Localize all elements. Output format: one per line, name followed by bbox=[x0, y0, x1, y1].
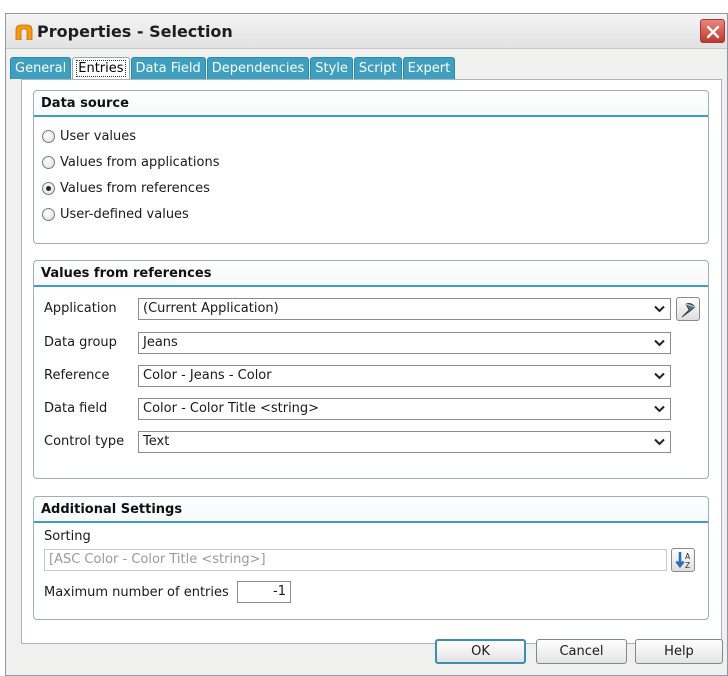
radio-label: Values from references bbox=[60, 180, 210, 196]
data-source-title: Data source bbox=[41, 96, 129, 111]
data-field-label: Data field bbox=[44, 401, 108, 416]
radio-button-checked[interactable] bbox=[42, 181, 55, 195]
application-label: Application bbox=[44, 301, 117, 316]
tab-script[interactable]: Script bbox=[353, 57, 402, 79]
max-entries-input[interactable]: -1 bbox=[237, 581, 291, 603]
wrench-icon bbox=[681, 303, 696, 318]
radio-button[interactable] bbox=[42, 129, 55, 143]
sort-button[interactable]: A Z bbox=[671, 548, 695, 572]
additional-settings-group: Additional Settings Sorting [ASC Color -… bbox=[33, 496, 709, 620]
chevron-down-icon bbox=[654, 438, 665, 446]
radio-label: Values from applications bbox=[60, 154, 220, 170]
reference-dropdown[interactable]: Color - Jeans - Color bbox=[138, 365, 671, 387]
sorting-label: Sorting bbox=[44, 529, 91, 544]
references-group: Values from references Application (Curr… bbox=[33, 260, 709, 479]
data-group-dropdown[interactable]: Jeans bbox=[138, 332, 671, 354]
control-type-label: Control type bbox=[44, 434, 125, 449]
close-button[interactable] bbox=[700, 19, 725, 43]
application-picker-button[interactable] bbox=[676, 297, 700, 321]
tab-expert[interactable]: Expert bbox=[402, 57, 456, 79]
properties-dialog: Properties - Selection General Entries D… bbox=[5, 13, 728, 676]
data-source-header: Data source bbox=[34, 91, 708, 117]
additional-settings-title: Additional Settings bbox=[41, 502, 183, 517]
chevron-down-icon bbox=[654, 339, 665, 347]
data-field-value: Color - Color Title <string> bbox=[143, 401, 320, 416]
tab-strip: General Entries Data Field Dependencies … bbox=[10, 57, 456, 79]
data-group-label: Data group bbox=[44, 335, 117, 350]
radio-user-values[interactable]: User values bbox=[42, 127, 136, 145]
tab-entries[interactable]: Entries bbox=[72, 57, 130, 79]
title-bar: Properties - Selection bbox=[6, 14, 727, 49]
control-type-value: Text bbox=[143, 434, 170, 449]
max-entries-label: Maximum number of entries bbox=[44, 585, 229, 600]
control-type-dropdown[interactable]: Text bbox=[138, 431, 671, 453]
tab-content-entries: Data source User values Values from appl… bbox=[21, 79, 722, 644]
radio-button[interactable] bbox=[42, 207, 55, 221]
svg-text:A: A bbox=[685, 552, 691, 561]
radio-label: User-defined values bbox=[60, 206, 189, 222]
svg-text:Z: Z bbox=[685, 561, 690, 570]
tab-data-field[interactable]: Data Field bbox=[130, 57, 206, 79]
sorting-field: [ASC Color - Color Title <string>] bbox=[44, 549, 667, 571]
sorting-value: [ASC Color - Color Title <string>] bbox=[49, 552, 266, 567]
help-button[interactable]: Help bbox=[635, 639, 723, 664]
window-title: Properties - Selection bbox=[37, 22, 233, 41]
application-dropdown[interactable]: (Current Application) bbox=[138, 298, 671, 320]
reference-value: Color - Jeans - Color bbox=[143, 368, 272, 383]
data-field-dropdown[interactable]: Color - Color Title <string> bbox=[138, 398, 671, 420]
additional-settings-header: Additional Settings bbox=[34, 497, 708, 523]
references-title: Values from references bbox=[41, 266, 212, 281]
tab-dependencies[interactable]: Dependencies bbox=[206, 57, 310, 79]
data-group-value: Jeans bbox=[143, 335, 178, 350]
radio-label: User values bbox=[60, 128, 137, 144]
chevron-down-icon bbox=[654, 405, 665, 413]
tab-general[interactable]: General bbox=[10, 57, 72, 79]
app-icon bbox=[15, 24, 33, 40]
data-source-group: Data source User values Values from appl… bbox=[33, 90, 709, 244]
tab-entries-label: Entries bbox=[76, 60, 126, 77]
chevron-down-icon bbox=[654, 305, 665, 313]
cancel-button[interactable]: Cancel bbox=[536, 639, 627, 664]
reference-label: Reference bbox=[44, 368, 110, 383]
radio-values-from-references[interactable]: Values from references bbox=[42, 179, 210, 197]
radio-user-defined-values[interactable]: User-defined values bbox=[42, 205, 189, 223]
chevron-down-icon bbox=[654, 372, 665, 380]
ok-button[interactable]: OK bbox=[435, 639, 526, 664]
tab-style[interactable]: Style bbox=[310, 57, 353, 79]
radio-values-from-applications[interactable]: Values from applications bbox=[42, 153, 219, 171]
radio-button[interactable] bbox=[42, 155, 55, 169]
close-icon bbox=[706, 25, 720, 39]
sort-az-icon: A Z bbox=[675, 552, 691, 570]
application-value: (Current Application) bbox=[143, 301, 279, 316]
references-header: Values from references bbox=[34, 261, 708, 287]
